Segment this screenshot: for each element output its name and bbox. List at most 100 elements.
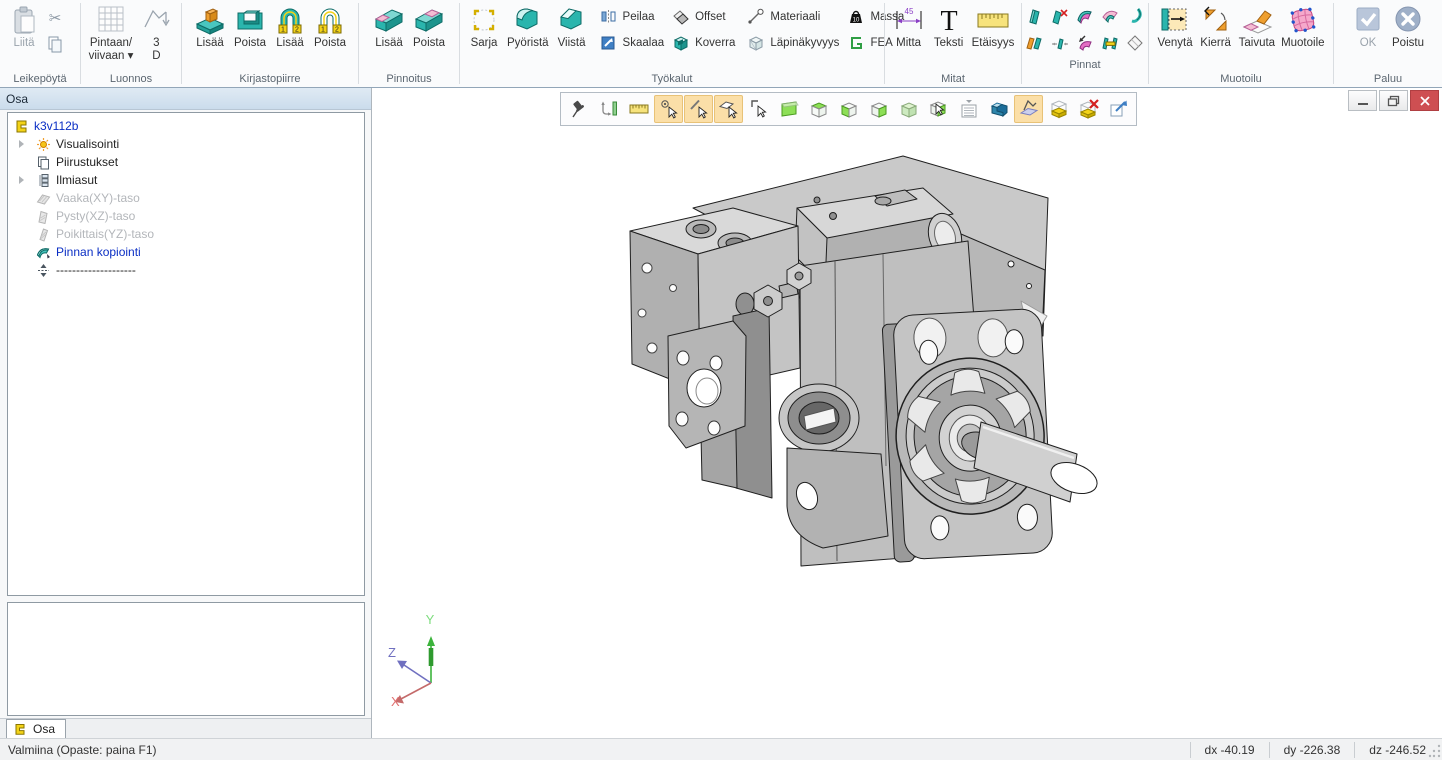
offset-button[interactable]: Offset: [668, 5, 739, 29]
snap-face-icon[interactable]: [714, 95, 743, 123]
restore-button[interactable]: [1379, 90, 1408, 111]
surface-frame-icon[interactable]: [1099, 31, 1121, 55]
axis-y-label: Y: [426, 612, 435, 627]
rotate-button[interactable]: Kierrä: [1196, 2, 1236, 51]
stretch-button[interactable]: Venytä: [1154, 2, 1195, 51]
ribbon-group-dimensions: 45 Mitta T Teksti Etäisyys Mitat: [885, 0, 1021, 87]
cube-top-face-icon[interactable]: [804, 95, 833, 123]
pattern-button[interactable]: Sarja: [464, 2, 504, 51]
ok-button[interactable]: OK: [1348, 2, 1388, 51]
tree-item-xy-plane[interactable]: Vaaka(XY)-taso: [8, 189, 364, 207]
surface-plane-delete-icon[interactable]: [1049, 4, 1071, 28]
sketch-on-face-label-2: viivaan ▾: [89, 50, 134, 63]
tree-item-visualization[interactable]: Visualisointi: [8, 135, 364, 153]
ribbon-group-coating: Lisää Poista Pinnoitus: [359, 0, 459, 87]
coating-remove-button[interactable]: Poista: [409, 2, 449, 51]
sketch-plane-icon[interactable]: [1014, 95, 1043, 123]
surface-eraser-icon[interactable]: [1124, 31, 1146, 55]
tree-item-label: Vaaka(XY)-taso: [56, 191, 140, 205]
solid-step-icon[interactable]: [984, 95, 1013, 123]
copy-icon[interactable]: [44, 32, 66, 56]
surface-plane-icon[interactable]: [1024, 4, 1046, 28]
surface-move-icon[interactable]: [1049, 31, 1071, 55]
magnet-remove-icon: 12: [313, 3, 347, 37]
plane-icon: [36, 209, 51, 224]
measure-edge-icon[interactable]: [594, 95, 623, 123]
sketch-3d-label-1: 3: [153, 37, 159, 50]
cut-icon[interactable]: ✂: [44, 6, 66, 30]
bend-label: Taivuta: [1239, 37, 1275, 50]
tree-item-configurations[interactable]: Ilmiasut: [8, 171, 364, 189]
fillet-button[interactable]: Pyöristä: [504, 2, 552, 51]
axis-z-label: Z: [388, 645, 396, 660]
tree-item-surface-copy[interactable]: Pinnan kopiointi: [8, 243, 364, 261]
fillet-label: Pyöristä: [507, 37, 549, 50]
library-add2-button[interactable]: 12 Lisää: [270, 2, 310, 51]
form-mesh-icon: [1286, 3, 1320, 37]
library-remove-button[interactable]: Poista: [230, 2, 270, 51]
library-remove2-button[interactable]: 12 Poista: [310, 2, 350, 51]
resize-grip[interactable]: [1428, 741, 1442, 759]
mirror-button[interactable]: Peilaa: [596, 5, 669, 29]
expand-chevron-icon[interactable]: [18, 176, 26, 184]
face-select-icon[interactable]: [774, 95, 803, 123]
tree-item-yz-plane[interactable]: Poikittais(YZ)-taso: [8, 225, 364, 243]
surface-copy-arrow-icon[interactable]: [1074, 31, 1096, 55]
tree-item-xz-plane[interactable]: Pysty(XZ)-taso: [8, 207, 364, 225]
sketch-on-face-button[interactable]: Pintaan/ viivaan ▾: [86, 2, 137, 64]
insert-marker-icon: [36, 263, 51, 278]
chamfer-button[interactable]: Viistä: [552, 2, 592, 51]
tree-item-drawings[interactable]: Piirustukset: [8, 153, 364, 171]
select-element-icon[interactable]: [744, 95, 773, 123]
tab-part[interactable]: Osa: [6, 719, 66, 738]
surface-patch-icon[interactable]: [1074, 4, 1096, 28]
dimension-button[interactable]: 45 Mitta: [889, 2, 929, 51]
library-add-button[interactable]: Lisää: [190, 2, 230, 51]
surface-band-icon[interactable]: [1099, 4, 1121, 28]
material-button[interactable]: Materiaali: [743, 5, 843, 29]
exit-button[interactable]: Poistu: [1388, 2, 1428, 51]
transparency-button[interactable]: Läpinäkyvyys: [743, 31, 843, 55]
cube-right-face-icon[interactable]: [864, 95, 893, 123]
snap-point-icon[interactable]: [654, 95, 683, 123]
snap-edge-icon[interactable]: [684, 95, 713, 123]
offset-icon: [672, 8, 690, 26]
drawer-delete-icon[interactable]: [1074, 95, 1103, 123]
sketch-3d-button[interactable]: 3 D: [136, 2, 176, 64]
model-tree: k3v112b Visualisointi Piirustukset Ilmia…: [7, 112, 365, 596]
paste-button[interactable]: Liitä: [4, 2, 44, 51]
export-icon[interactable]: [1104, 95, 1133, 123]
group-label: Leikepöytä: [2, 71, 78, 87]
distance-button[interactable]: Etäisyys: [969, 2, 1018, 51]
text-button[interactable]: T Teksti: [929, 2, 969, 51]
model-3d-pump[interactable]: [583, 136, 1123, 666]
tab-part-label: Osa: [33, 722, 55, 736]
surface-double-plane-icon[interactable]: [1024, 31, 1046, 55]
form-button[interactable]: Muotoile: [1278, 2, 1327, 51]
application-window: Liitä ✂ Leikepöytä Pintaan/: [0, 0, 1442, 760]
cube-all-faces-icon[interactable]: [894, 95, 923, 123]
part-icon: [13, 722, 28, 737]
chamfer-icon: [555, 3, 589, 37]
expand-chevron-icon[interactable]: [18, 140, 26, 148]
surface-hook-icon[interactable]: [1124, 4, 1146, 28]
rotate-icon: [1199, 3, 1233, 37]
bend-button[interactable]: Taivuta: [1236, 2, 1278, 51]
tree-item-insert-marker[interactable]: --------------------: [8, 261, 364, 279]
list-icon[interactable]: [954, 95, 983, 123]
group-label: Työkalut: [462, 71, 882, 87]
cube-left-face-icon[interactable]: [834, 95, 863, 123]
shell-button[interactable]: Koverra: [668, 31, 739, 55]
cube-pick-icon[interactable]: [924, 95, 953, 123]
close-button[interactable]: [1410, 90, 1439, 111]
tree-item-label: Ilmiasut: [56, 173, 97, 187]
drawer-icon[interactable]: [1044, 95, 1073, 123]
pin-icon[interactable]: [564, 95, 593, 123]
ruler-icon[interactable]: [624, 95, 653, 123]
model-tree-panel: Osa k3v112b Visualisointi Piirustukset: [0, 88, 372, 738]
coating-add-button[interactable]: Lisää: [369, 2, 409, 51]
minimize-button[interactable]: [1348, 90, 1377, 111]
tree-item-part[interactable]: k3v112b: [8, 117, 364, 135]
scale-button[interactable]: Skaalaa: [596, 31, 669, 55]
graphics-viewport[interactable]: Y Z X: [373, 88, 1442, 738]
